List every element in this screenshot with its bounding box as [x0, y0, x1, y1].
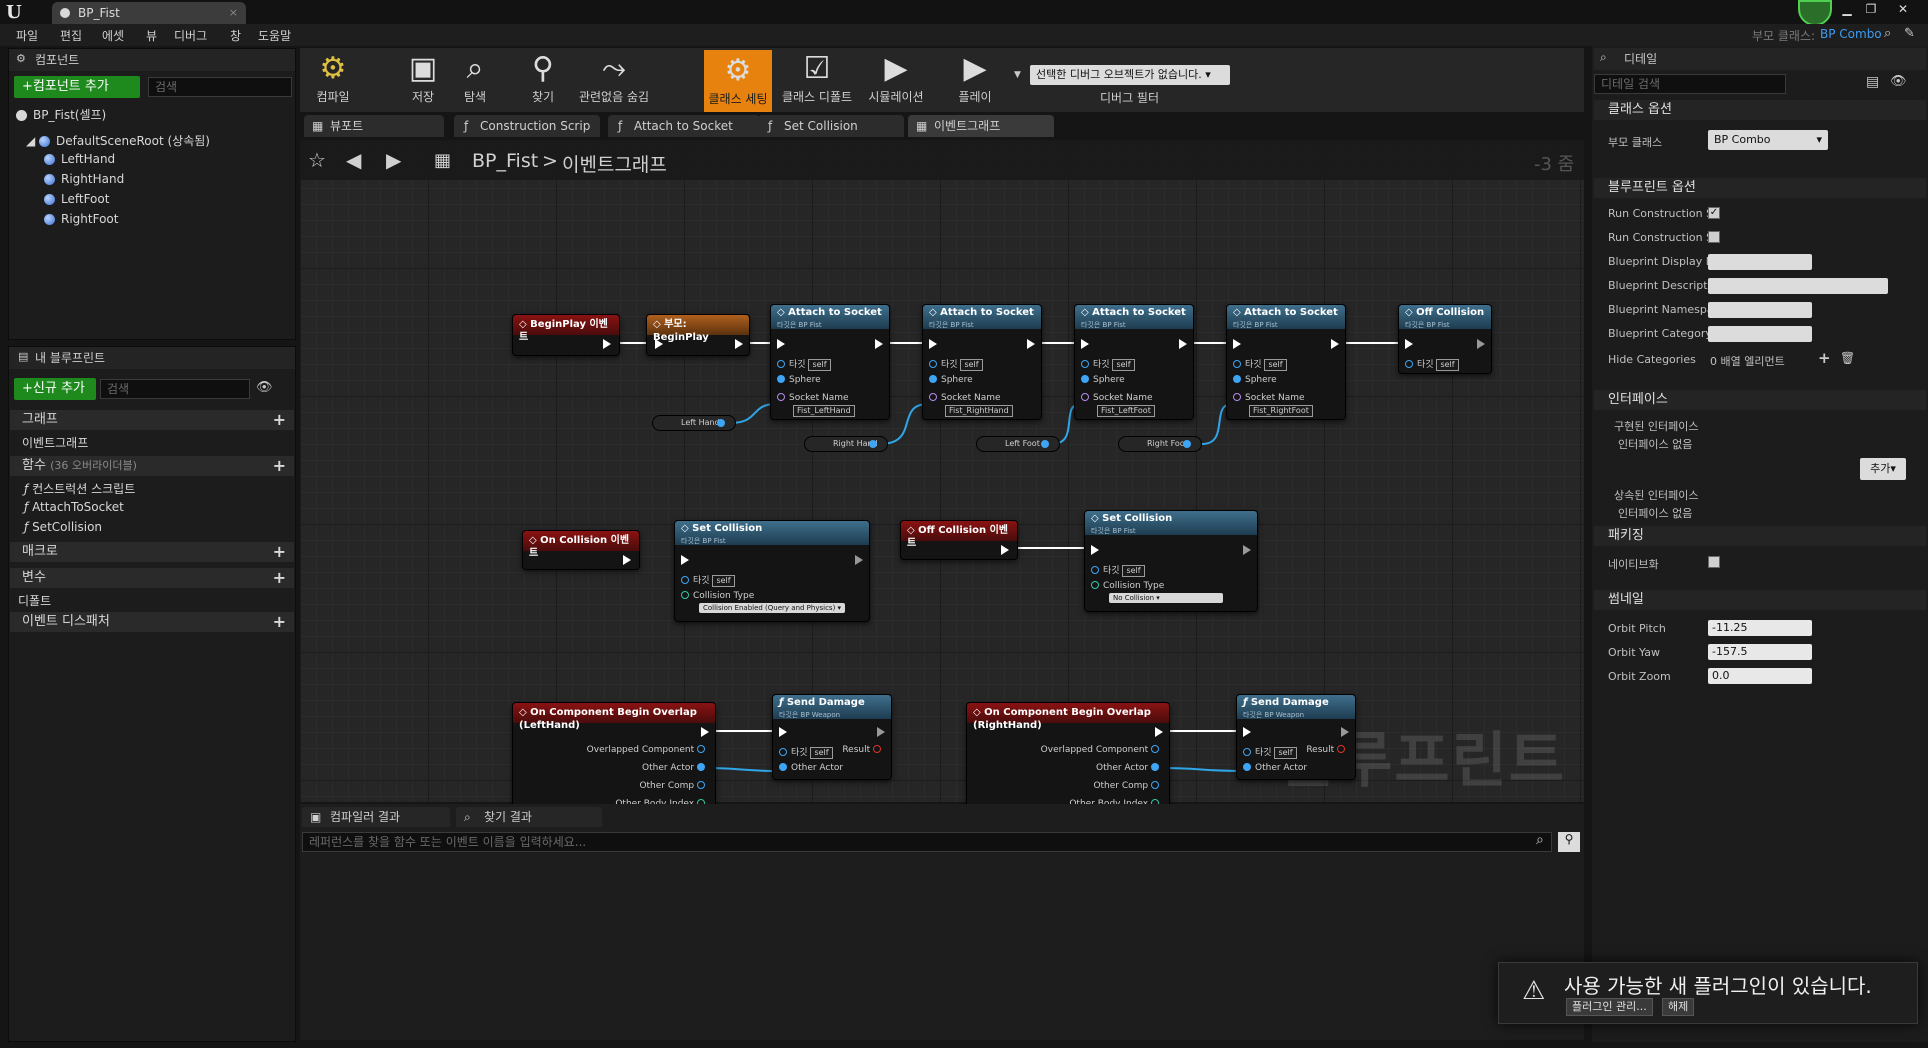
- exec-out-pin[interactable]: [735, 339, 743, 349]
- overlap-lefthand-event-node[interactable]: ◇ On Component Begin Overlap (LeftHand) …: [512, 702, 716, 812]
- blueprint-description-field[interactable]: [1708, 278, 1888, 294]
- find-results-search-input[interactable]: 레퍼런스를 찾을 함수 또는 이벤트 이름을 입력하세요...: [302, 832, 1552, 852]
- details-title: 디테일: [1594, 48, 1926, 70]
- node-header: ƒ Send Damage 타깃은 BP Weapon: [1237, 695, 1355, 719]
- var-right-hand[interactable]: Right Hand: [804, 436, 888, 452]
- delete-icon[interactable]: 🗑: [1840, 351, 1855, 365]
- node-header: ◇ 부모: BeginPlay: [647, 315, 749, 343]
- beginplay-event-node[interactable]: ◇ BeginPlay 이벤트: [512, 314, 620, 356]
- attach-to-socket-node-3[interactable]: ◇ Attach to Socket 타깃은 BP Fist 타깃 self Sp…: [1074, 304, 1194, 420]
- node-header: ◇ Off Collision 타깃은 BP Fist: [1399, 305, 1491, 329]
- nativize-checkbox[interactable]: [1708, 556, 1720, 568]
- find-in-all-blueprints-icon[interactable]: ⚲: [1558, 832, 1580, 852]
- on-collision-event-node[interactable]: ◇ On Collision 이벤트: [522, 530, 640, 570]
- manage-plugins-button[interactable]: 플러그인 관리...: [1566, 998, 1653, 1016]
- object-wire: [1161, 767, 1245, 772]
- blueprint-display-name-label: Blueprint Display N: [1608, 255, 1714, 268]
- set-collision-node-2[interactable]: ◇ Set Collision 타깃은 BP Fist 타깃 self Colli…: [1084, 510, 1258, 612]
- orbit-yaw-field[interactable]: -157.5: [1708, 644, 1812, 660]
- section-packaging[interactable]: 패키징: [1594, 526, 1926, 546]
- tab-find-results[interactable]: ⌕ 찾기 결과: [456, 807, 602, 827]
- exec-out-pin[interactable]: [603, 339, 611, 349]
- var-left-foot[interactable]: Left Foot: [976, 436, 1060, 452]
- node-header: ◇ Attach to Socket 타깃은 BP Fist: [1075, 305, 1193, 329]
- attach-to-socket-node-4[interactable]: ◇ Attach to Socket 타깃은 BP Fist 타깃 self Sp…: [1226, 304, 1346, 420]
- no-inherited-interface: 인터페이스 없음: [1618, 507, 1693, 520]
- overlap-righthand-event-node[interactable]: ◇ On Component Begin Overlap (RightHand)…: [966, 702, 1170, 812]
- node-header: ◇ BeginPlay 이벤트: [513, 315, 619, 343]
- collision-type-dropdown[interactable]: Collision Enabled (Query and Physics) ▾: [699, 603, 846, 613]
- run-construction-label-1: Run Construction S: [1608, 207, 1714, 220]
- var-right-foot[interactable]: Right Foot: [1118, 436, 1202, 452]
- send-damage-node-1[interactable]: ƒ Send Damage 타깃은 BP Weapon 타깃 self Resul…: [772, 694, 892, 780]
- details-search-icon: ⌕: [1600, 50, 1607, 64]
- off-collision-event-node[interactable]: ◇ Off Collision 이벤트: [900, 520, 1018, 560]
- node-header: ◇ On Component Begin Overlap (LeftHand): [513, 703, 715, 731]
- node-header: ◇ Set Collision 타깃은 BP Fist: [1085, 511, 1257, 535]
- details-search-input[interactable]: 디테일 검색: [1594, 74, 1786, 94]
- blueprint-category-field[interactable]: [1708, 326, 1812, 342]
- off-collision-node[interactable]: ◇ Off Collision 타깃은 BP Fist 타깃 self: [1398, 304, 1492, 374]
- node-header: ◇ On Collision 이벤트: [523, 531, 639, 559]
- warning-icon: ⚠: [1522, 976, 1546, 1006]
- add-interface-button[interactable]: 추가▾: [1860, 458, 1906, 480]
- parent-class-label: 부모 클래스: [1608, 136, 1663, 149]
- orbit-zoom-field[interactable]: 0.0: [1708, 668, 1812, 684]
- hide-categories-value: 0 배열 엘리먼트: [1710, 355, 1785, 368]
- nativize-label: 네이티브화: [1608, 558, 1659, 571]
- view-options-icon[interactable]: ▤: [1866, 74, 1879, 90]
- var-left-hand[interactable]: Left Hand: [652, 415, 736, 431]
- blueprint-description-label: Blueprint Descripti: [1608, 279, 1711, 292]
- section-thumbnail[interactable]: 썸네일: [1594, 590, 1926, 610]
- node-header: ◇ Attach to Socket 타깃은 BP Fist: [923, 305, 1041, 329]
- run-construction-checkbox-2[interactable]: [1708, 231, 1720, 243]
- orbit-yaw-label: Orbit Yaw: [1608, 646, 1660, 659]
- send-damage-node-2[interactable]: ƒ Send Damage 타깃은 BP Weapon 타깃 self Resul…: [1236, 694, 1356, 780]
- set-collision-node-1[interactable]: ◇ Set Collision 타깃은 BP Fist 타깃 self Colli…: [674, 520, 870, 622]
- attach-to-socket-node-2[interactable]: ◇ Attach to Socket 타깃은 BP Fist 타깃 self Sp…: [922, 304, 1042, 420]
- section-blueprint-options[interactable]: 블루프린트 옵션: [1594, 178, 1926, 198]
- object-wire: [706, 767, 781, 772]
- section-interfaces[interactable]: 인터페이스: [1594, 390, 1926, 410]
- blueprint-namespace-field[interactable]: [1708, 302, 1812, 318]
- section-class-options[interactable]: 클래스 옵션: [1594, 100, 1926, 120]
- orbit-pitch-label: Orbit Pitch: [1608, 622, 1666, 635]
- orbit-pitch-field[interactable]: -11.25: [1708, 620, 1812, 636]
- parent-beginplay-node[interactable]: ◇ 부모: BeginPlay: [646, 314, 750, 356]
- orbit-zoom-label: Orbit Zoom: [1608, 670, 1671, 683]
- node-header: ◇ Off Collision 이벤트: [901, 521, 1017, 549]
- parent-class-select[interactable]: BP Combo ▾: [1708, 130, 1828, 150]
- dismiss-button[interactable]: 해제: [1662, 998, 1695, 1016]
- node-header: ◇ Attach to Socket 타깃은 BP Fist: [771, 305, 889, 329]
- exec-in-pin[interactable]: [655, 339, 663, 349]
- add-element-icon[interactable]: +: [1818, 349, 1831, 367]
- node-header: ƒ Send Damage 타깃은 BP Weapon: [773, 695, 891, 719]
- run-construction-checkbox-1[interactable]: ✓: [1708, 207, 1720, 219]
- find-search-icon[interactable]: ⌕: [1536, 832, 1544, 848]
- attach-to-socket-node-1[interactable]: ◇ Attach to Socket 타깃은 BP Fist 타깃 self Sp…: [770, 304, 890, 420]
- node-header: ◇ On Component Begin Overlap (RightHand): [967, 703, 1169, 731]
- visibility-eye-icon[interactable]: 👁: [1890, 74, 1907, 89]
- plugin-notification-message: 사용 가능한 새 플러그인이 있습니다.: [1564, 974, 1872, 998]
- blueprint-display-name-field[interactable]: [1708, 254, 1812, 270]
- tab-compiler-results[interactable]: ▣ 컴파일러 결과: [302, 807, 450, 827]
- collision-type-dropdown[interactable]: No Collision ▾: [1109, 593, 1223, 603]
- run-construction-label-2: Run Construction S: [1608, 231, 1714, 244]
- hide-categories-label: Hide Categories: [1608, 353, 1696, 366]
- blueprint-namespace-label: Blueprint Namespa: [1608, 303, 1714, 316]
- implemented-interfaces-label: 구현된 인터페이스: [1614, 420, 1699, 433]
- node-header: ◇ Set Collision 타깃은 BP Fist: [675, 521, 869, 545]
- no-implemented-interface: 인터페이스 없음: [1618, 438, 1693, 451]
- inherited-interfaces-label: 상속된 인터페이스: [1614, 489, 1699, 502]
- node-header: ◇ Attach to Socket 타깃은 BP Fist: [1227, 305, 1345, 329]
- blueprint-category-label: Blueprint Category: [1608, 327, 1712, 340]
